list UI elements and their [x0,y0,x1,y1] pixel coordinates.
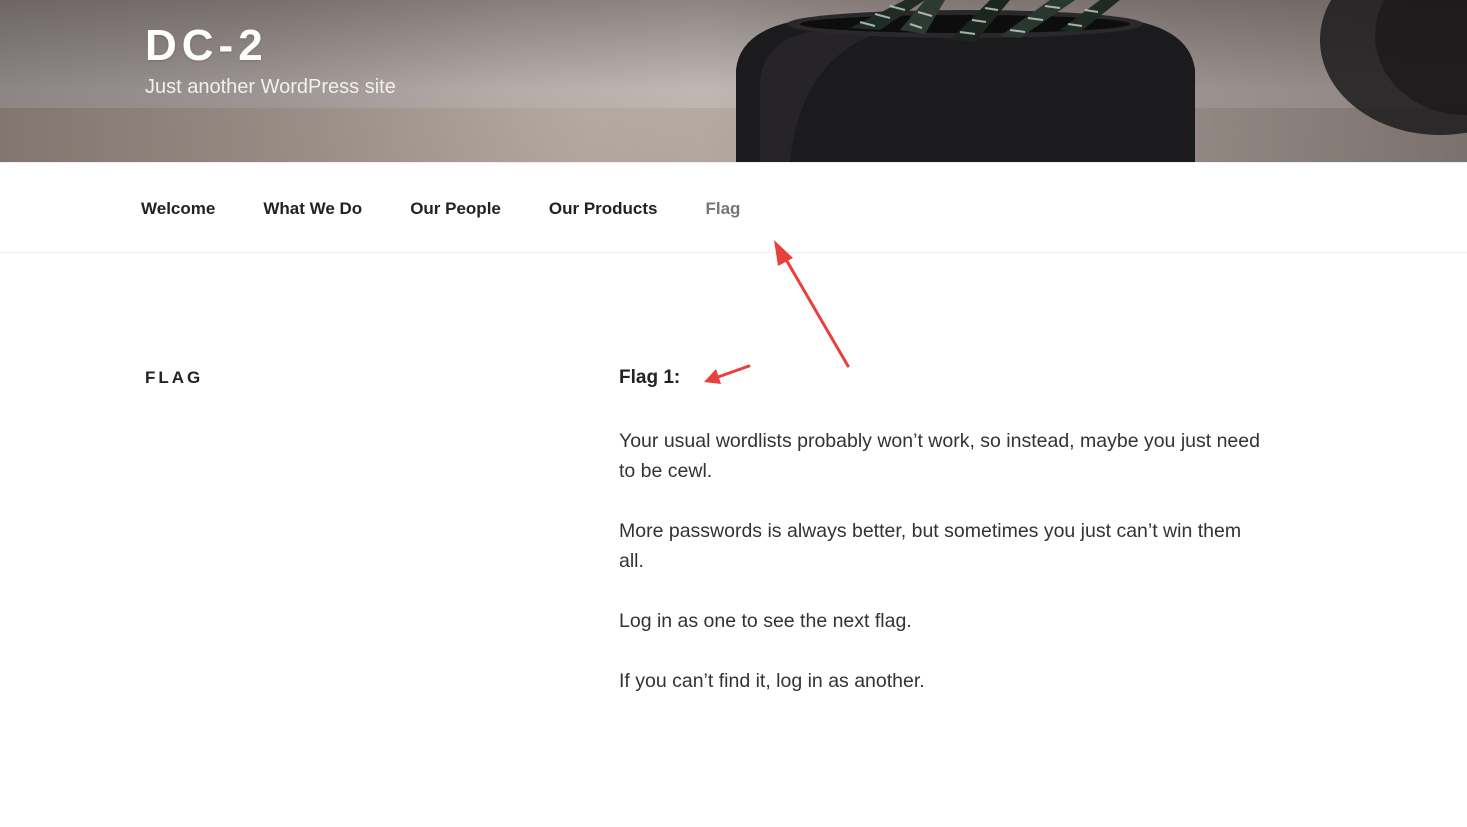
entry-content: Flag 1: Your usual wordlists probably wo… [619,366,1269,726]
site-description: Just another WordPress site [145,76,396,98]
nav-item-our-products[interactable]: Our Products [549,199,658,219]
site-title[interactable]: DC-2 [145,22,396,70]
entry-paragraph: Your usual wordlists probably won’t work… [619,430,1260,482]
annotation-arrow-nav [774,240,850,368]
nav-menu: Welcome What We Do Our People Our Produc… [141,199,788,219]
entry-paragraph: If you can’t find it, log in as another. [619,670,925,692]
nav-item-welcome[interactable]: Welcome [141,199,215,219]
nav-item-what-we-do[interactable]: What We Do [263,199,362,219]
nav-item-flag[interactable]: Flag [706,199,741,219]
site-branding: DC-2 Just another WordPress site [145,22,396,100]
entry-paragraph: More passwords is always better, but som… [619,520,1242,572]
site-header: DC-2 Just another WordPress site [0,0,1467,162]
flag-heading: Flag 1: [619,367,681,388]
page-title: FLAG [145,368,204,387]
nav-item-our-people[interactable]: Our People [410,199,501,219]
main-navigation: Welcome What We Do Our People Our Produc… [0,162,1467,253]
entry-paragraph: Log in as one to see the next flag. [619,610,912,632]
